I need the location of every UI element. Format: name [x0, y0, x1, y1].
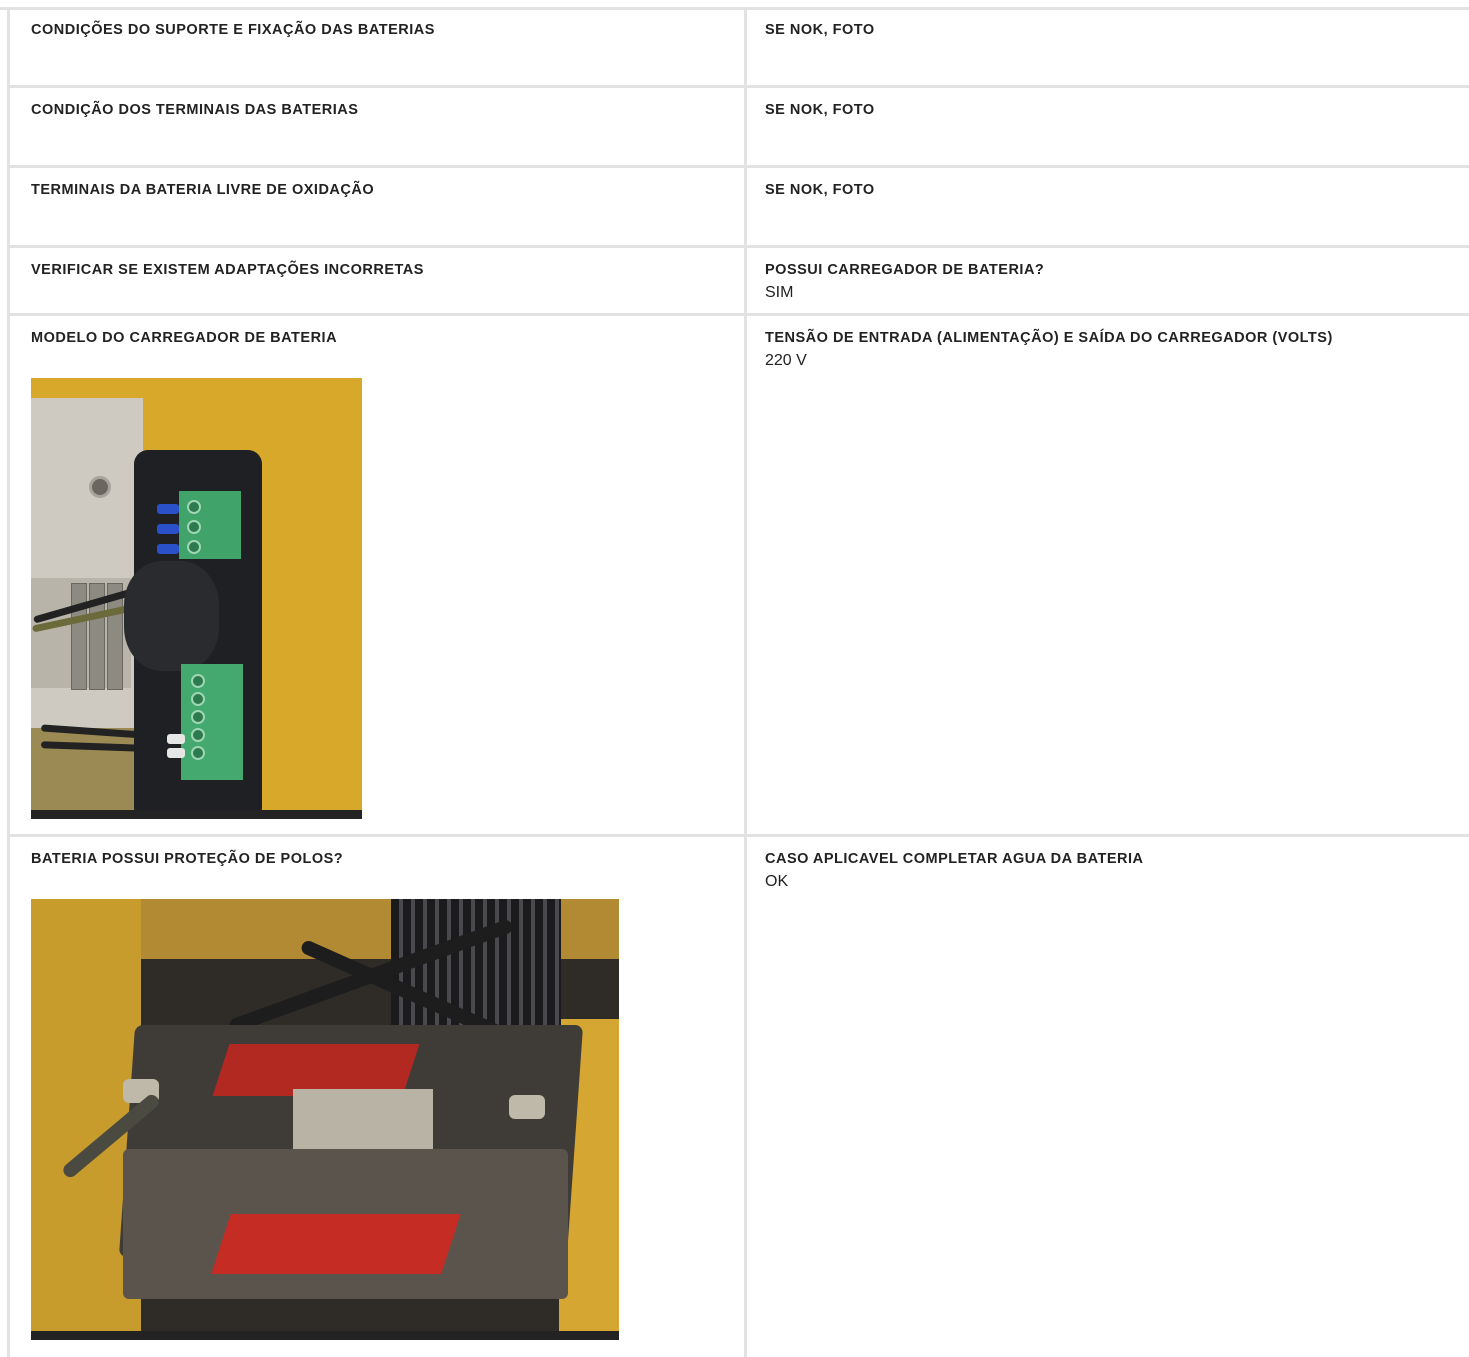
photo-detail: [124, 561, 219, 671]
photo-detail: [167, 748, 185, 758]
photo-detail: [187, 500, 201, 514]
table-cell: TERMINAIS DA BATERIA LIVRE DE OXIDAÇÃO: [7, 168, 744, 245]
table-cell: BATERIA POSSUI PROTEÇÃO DE POLOS?: [7, 837, 744, 1357]
photo-detail: [191, 710, 205, 724]
photo-detail: [157, 544, 179, 554]
field-value: OK: [765, 873, 789, 890]
battery-charger-photo[interactable]: [31, 378, 362, 819]
field-label: CONDIÇÃO DOS TERMINAIS DAS BATERIAS: [31, 102, 359, 118]
battery-poles-photo[interactable]: [31, 899, 619, 1340]
table-row: TERMINAIS DA BATERIA LIVRE DE OXIDAÇÃO S…: [7, 168, 1469, 248]
table-cell: SE NOK, FOTO: [744, 88, 1469, 165]
field-label: CONDIÇÕES DO SUPORTE E FIXAÇÃO DAS BATER…: [31, 22, 435, 38]
photo-detail: [157, 504, 179, 514]
photo-timestamp-strip: [31, 1331, 619, 1340]
photo-detail: [187, 520, 201, 534]
terminal-clamp: [509, 1095, 545, 1119]
checklist-table: CONDIÇÕES DO SUPORTE E FIXAÇÃO DAS BATER…: [7, 8, 1469, 1357]
photo-detail: [191, 746, 205, 760]
table-row: MODELO DO CARREGADOR DE BATERIA TENSÃO D…: [7, 316, 1469, 837]
photo-detail: [187, 540, 201, 554]
photo-detail: [167, 734, 185, 744]
field-label: POSSUI CARREGADOR DE BATERIA?: [765, 262, 1045, 278]
screw-shape: [89, 476, 111, 498]
photo-detail: [157, 524, 179, 534]
table-cell: MODELO DO CARREGADOR DE BATERIA: [7, 316, 744, 834]
table-cell: CASO APLICAVEL COMPLETAR AGUA DA BATERIA…: [744, 837, 1469, 1357]
table-cell: SE NOK, FOTO: [744, 8, 1469, 85]
photo-detail: [71, 583, 87, 690]
table-cell: CONDIÇÕES DO SUPORTE E FIXAÇÃO DAS BATER…: [7, 8, 744, 85]
table-cell: TENSÃO DE ENTRADA (ALIMENTAÇÃO) E SAÍDA …: [744, 316, 1469, 834]
photo-detail: [191, 674, 205, 688]
field-value: SIM: [765, 284, 794, 301]
photo-detail: [191, 692, 205, 706]
photo-detail: [191, 728, 205, 742]
table-row: BATERIA POSSUI PROTEÇÃO DE POLOS? CASO A…: [7, 837, 1469, 1357]
field-label: VERIFICAR SE EXISTEM ADAPTAÇÕES INCORRET…: [31, 262, 424, 278]
field-label: SE NOK, FOTO: [765, 102, 875, 118]
brand-graphic: [211, 1214, 461, 1274]
table-cell: POSSUI CARREGADOR DE BATERIA? SIM: [744, 248, 1469, 313]
field-label: SE NOK, FOTO: [765, 22, 875, 38]
table-row: VERIFICAR SE EXISTEM ADAPTAÇÕES INCORRET…: [7, 248, 1469, 316]
table-cell: SE NOK, FOTO: [744, 168, 1469, 245]
field-value: 220 V: [765, 352, 807, 369]
field-label: BATERIA POSSUI PROTEÇÃO DE POLOS?: [31, 851, 344, 867]
field-label: SE NOK, FOTO: [765, 182, 875, 198]
table-row: CONDIÇÃO DOS TERMINAIS DAS BATERIAS SE N…: [7, 88, 1469, 168]
field-label: CASO APLICAVEL COMPLETAR AGUA DA BATERIA: [765, 851, 1144, 867]
field-label: TERMINAIS DA BATERIA LIVRE DE OXIDAÇÃO: [31, 182, 375, 198]
table-row: CONDIÇÕES DO SUPORTE E FIXAÇÃO DAS BATER…: [7, 8, 1469, 88]
photo-detail: [293, 1089, 433, 1149]
field-label: TENSÃO DE ENTRADA (ALIMENTAÇÃO) E SAÍDA …: [765, 330, 1333, 346]
table-cell: VERIFICAR SE EXISTEM ADAPTAÇÕES INCORRET…: [7, 248, 744, 313]
field-label: MODELO DO CARREGADOR DE BATERIA: [31, 330, 338, 346]
photo-timestamp-strip: [31, 810, 362, 819]
table-cell: CONDIÇÃO DOS TERMINAIS DAS BATERIAS: [7, 88, 744, 165]
